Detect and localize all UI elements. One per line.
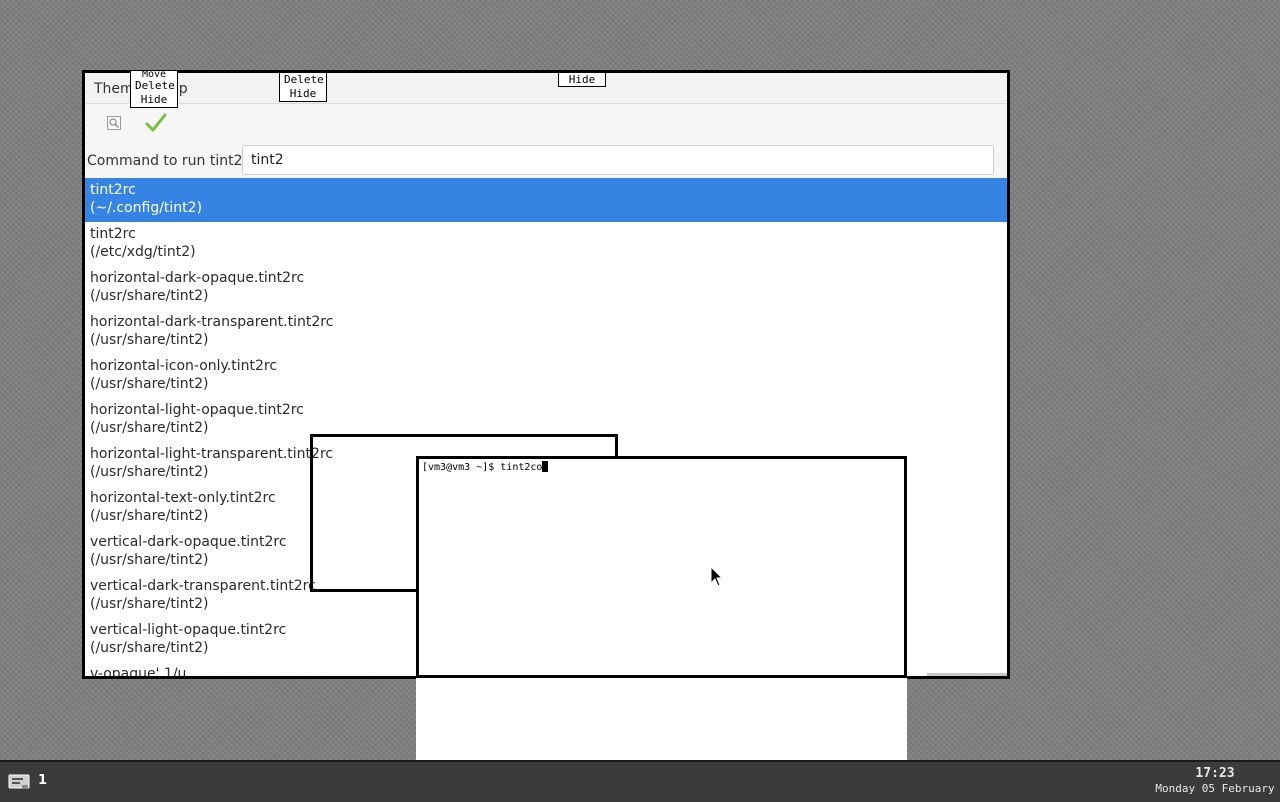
theme-list-item[interactable]: horizontal-dark-opaque.tint2rc (/usr/shar… [85,266,1007,310]
theme-name: horizontal-icon-only.tint2rc [90,358,278,374]
menu-item-move[interactable]: Move [131,71,177,79]
window-menu-1: Move Delete Hide [130,70,178,108]
theme-path: (/usr/share/tint2) [90,332,209,348]
apply-button[interactable] [143,110,169,136]
theme-path: (~/.config/tint2) [90,200,203,216]
theme-path: (/etc/xdg/tint2) [90,244,196,260]
window-menu-2: Delete Hide [279,72,327,102]
apply-check-icon [145,113,167,132]
menu-item-delete[interactable]: Delete [280,73,326,87]
scrollbar[interactable] [927,673,1007,676]
theme-path: (/usr/share/tint2) [90,288,209,304]
clock-date: Monday 05 February [1155,782,1275,795]
menu-launcher-button[interactable] [8,773,30,791]
theme-list-item[interactable]: horizontal-dark-transparent.tint2rc (/usr… [85,310,1007,354]
launcher-icon [8,774,30,789]
theme-name: horizontal-dark-transparent.tint2rc [90,314,334,330]
taskbar: 1 17:23 Monday 05 February [0,760,1280,802]
theme-name: horizontal-dark-opaque.tint2rc [90,270,305,286]
theme-preview-icon [107,116,121,130]
theme-name: tint2rc [90,182,136,198]
command-label: Command to run tint2: [87,153,248,169]
window-titlebar[interactable]: Them p [85,73,1007,104]
theme-list-item[interactable]: tint2rc (/etc/xdg/tint2) [85,222,1007,266]
clock-time: 17:23 [1195,766,1235,781]
command-input[interactable] [242,145,994,175]
theme-list-item[interactable]: tint2rc (~/.config/tint2) [85,178,1007,222]
theme-preview-button[interactable] [101,110,127,136]
menu-item-delete[interactable]: Delete [131,79,177,93]
terminal-frame [416,456,907,678]
theme-path: (/usr/share/tint2) [90,376,209,392]
menu-item-hide[interactable]: Hide [280,87,326,101]
clock[interactable]: 17:23 Monday 05 February [1150,766,1280,796]
menu-item-hide[interactable]: Hide [131,93,177,107]
mouse-pointer-icon [710,566,724,587]
theme-name: horizontal-light-opaque.tint2rc [90,402,304,418]
window-menu-3: Hide [558,72,606,87]
theme-list-item[interactable]: horizontal-icon-only.tint2rc (/usr/share/… [85,354,1007,398]
toolbar [85,104,1007,144]
theme-name: tint2rc [90,226,136,242]
desktop-number[interactable]: 1 [38,773,47,788]
command-row: Command to run tint2: [85,144,1007,178]
menu-item-hide[interactable]: Hide [559,73,605,86]
